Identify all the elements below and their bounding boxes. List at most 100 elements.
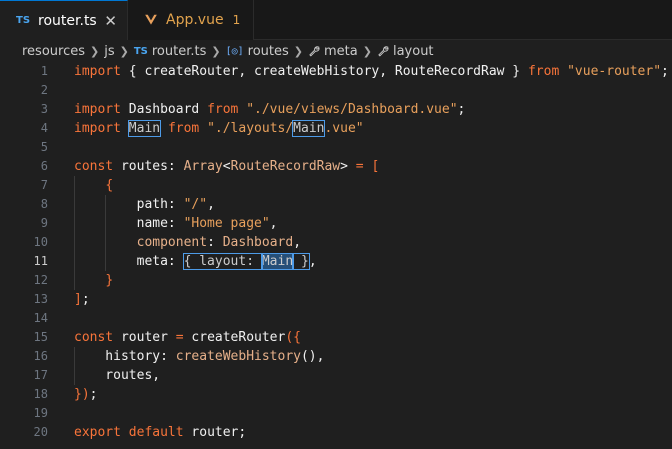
- breadcrumb-item-js[interactable]: js: [104, 44, 114, 59]
- vue-file-icon: [145, 14, 157, 25]
- code-token: ;: [89, 387, 98, 402]
- code-token: { createRouter, createWebHistory, RouteR…: [120, 64, 528, 79]
- code-token: ({: [285, 330, 301, 345]
- code-line[interactable]: 3 import Dashboard from "./vue/views/Dash…: [0, 100, 672, 119]
- code-line[interactable]: 16 history: createWebHistory(),: [0, 347, 672, 366]
- code-token: from: [167, 121, 200, 136]
- code-line[interactable]: 13];: [0, 290, 672, 309]
- code-line[interactable]: 5: [0, 138, 672, 157]
- breadcrumb-item-layout[interactable]: layout: [393, 44, 434, 59]
- chevron-right-icon: ❯: [90, 44, 100, 58]
- code-line[interactable]: 14: [0, 309, 672, 328]
- code-token: routes,: [74, 368, 161, 383]
- tab-label: router.ts: [38, 12, 97, 29]
- code-editor[interactable]: 1 import { createRouter, createWebHistory…: [0, 62, 672, 449]
- code-line[interactable]: 9 name: "Home page",: [0, 214, 672, 233]
- code-line[interactable]: 4 import Main from "./layouts/Main.vue": [0, 119, 672, 138]
- chevron-right-icon: ❯: [362, 44, 372, 58]
- code-line[interactable]: 7 {: [0, 176, 672, 195]
- breadcrumb-item-resources[interactable]: resources: [22, 44, 85, 59]
- code-line[interactable]: 1 import { createRouter, createWebHistory…: [0, 62, 672, 81]
- line-number: 12: [33, 273, 48, 287]
- code-token: Dashboard: [120, 102, 208, 117]
- code-line[interactable]: 19: [0, 404, 672, 423]
- code-token: { layout:: [182, 253, 263, 270]
- code-line[interactable]: 8 path: "/",: [0, 195, 672, 214]
- tab-app-vue[interactable]: App.vue 1: [128, 0, 254, 40]
- code-token: "vue-router": [567, 64, 662, 79]
- code-line[interactable]: 6 const routes: Array<RouteRecordRaw> = [: [0, 157, 672, 176]
- chevron-right-icon: ❯: [211, 44, 221, 58]
- code-token: import: [74, 121, 121, 136]
- code-line[interactable]: 10 component: Dashboard,: [0, 233, 672, 252]
- code-line[interactable]: 17 routes,: [0, 366, 672, 385]
- code-token: component: [136, 235, 208, 250]
- code-token: ,: [308, 254, 317, 269]
- code-token: from: [207, 102, 239, 117]
- code-line[interactable]: 12 }: [0, 271, 672, 290]
- code-token: }): [74, 387, 90, 402]
- code-text: component: Dashboard,: [74, 233, 301, 252]
- code-token: "/": [183, 197, 208, 212]
- line-number: 9: [40, 216, 48, 230]
- code-token: }: [105, 273, 114, 288]
- code-token: Main: [127, 120, 162, 137]
- code-text: history: createWebHistory(),: [74, 347, 324, 366]
- code-token: =: [175, 330, 184, 345]
- code-text: import { createRouter, createWebHistory,…: [74, 62, 669, 81]
- code-line[interactable]: 18});: [0, 385, 672, 404]
- code-text: import Main from "./layouts/Main.vue": [74, 119, 364, 138]
- code-token: "./layouts/: [207, 121, 294, 136]
- line-number: 6: [40, 159, 48, 173]
- line-number: 7: [40, 178, 48, 192]
- code-token: ;: [457, 102, 466, 117]
- code-token: ,: [269, 216, 278, 231]
- code-text: name: "Home page",: [74, 214, 278, 233]
- line-number: 14: [33, 311, 48, 325]
- code-token: import: [74, 102, 121, 117]
- line-number: 2: [40, 83, 48, 97]
- breadcrumb-item-router-ts[interactable]: router.ts: [152, 44, 207, 59]
- line-number: 8: [40, 197, 48, 211]
- breadcrumb-item-routes[interactable]: routes: [248, 44, 289, 59]
- code-line[interactable]: 20 export default router;: [0, 423, 672, 442]
- code-line[interactable]: 15 const router = createRouter({: [0, 328, 672, 347]
- code-token: {: [105, 178, 114, 193]
- line-number: 10: [33, 235, 48, 249]
- code-token: router;: [183, 425, 247, 440]
- code-text: {: [74, 176, 113, 195]
- code-token: history:: [74, 349, 176, 364]
- code-token: "./vue/views/Dashboard.vue": [246, 102, 458, 117]
- variable-icon: [◎]: [225, 45, 244, 57]
- breadcrumb-item-meta[interactable]: meta: [324, 44, 358, 59]
- code-token: :: [207, 235, 223, 250]
- code-token: routes:: [113, 159, 184, 174]
- code-line[interactable]: 11 meta: { layout: Main },: [0, 252, 672, 271]
- code-text: });: [74, 385, 97, 404]
- code-token: const: [74, 330, 114, 345]
- code-token: <: [222, 159, 231, 174]
- code-token: path:: [74, 197, 184, 212]
- code-line[interactable]: 2: [0, 81, 672, 100]
- tab-router-ts[interactable]: TS router.ts ✕: [0, 0, 128, 40]
- code-text: import Dashboard from "./vue/views/Dashb…: [74, 100, 465, 119]
- code-token: default: [128, 425, 184, 440]
- code-token: "Home page": [183, 216, 270, 231]
- code-token: =: [355, 159, 364, 174]
- code-token: [: [371, 159, 380, 174]
- code-text: }: [74, 271, 113, 290]
- line-number: 1: [40, 64, 48, 78]
- line-number: 17: [33, 368, 48, 382]
- code-text: const router = createRouter({: [74, 328, 301, 347]
- code-token: >: [340, 159, 356, 174]
- close-icon[interactable]: ✕: [104, 12, 117, 30]
- typescript-file-icon: TS: [16, 15, 31, 26]
- code-token: from: [527, 64, 560, 79]
- code-token: ;: [661, 64, 669, 79]
